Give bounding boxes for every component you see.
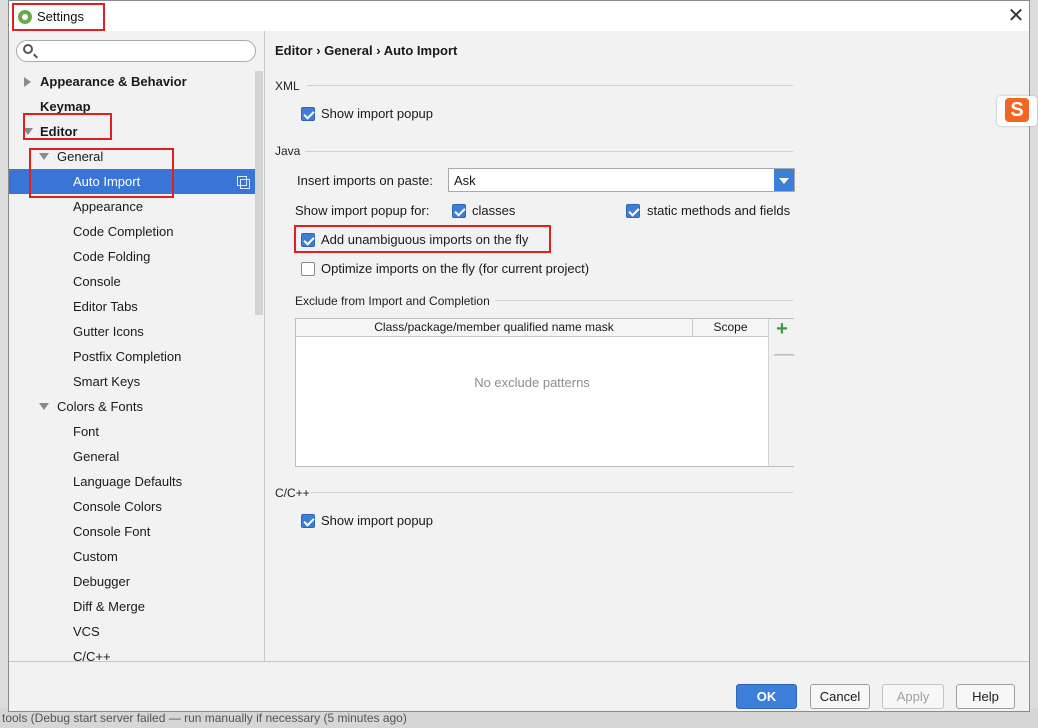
tree-item-label: Console [73,274,121,289]
tree-item-vcs[interactable]: VCS [9,619,263,644]
tree-item-label: General [73,449,120,464]
tree-item-label: VCS [73,624,100,639]
exclude-table[interactable]: Class/package/member qualified name mask… [295,318,794,467]
tree-item-label: Console Colors [73,499,162,514]
chevron-down-icon[interactable] [774,169,794,191]
tree-item-smart-keys[interactable]: Smart Keys [9,369,263,394]
tree-item-label: Appearance & Behavior [40,74,187,89]
static-methods-checkbox[interactable] [626,204,640,218]
tree-item-diff-merge[interactable]: Diff & Merge [9,594,263,619]
tree-item-label: Code Folding [73,249,151,264]
tree-item-label: Console Font [73,524,151,539]
tree-item-custom[interactable]: Custom [9,544,263,569]
tree-item-font[interactable]: Font [9,419,263,444]
insert-imports-select[interactable]: Ask [448,168,795,192]
breadcrumb: Editor › General › Auto Import [275,43,457,58]
tree-item-label: Gutter Icons [73,324,144,339]
xml-show-popup-checkbox[interactable] [301,107,315,121]
title-bar: Settings ✕ [9,1,1029,31]
search-input[interactable] [16,40,256,62]
tree-item-label: Language Defaults [73,474,183,489]
classes-label[interactable]: classes [472,203,515,218]
tree-item-label: Diff & Merge [73,599,146,614]
tree-item-cpp[interactable]: C/C++ [9,644,263,661]
cpp-section-title: C/C++ [275,486,310,500]
tree-item-colors-general[interactable]: General [9,444,263,469]
tree-item-colors-fonts[interactable]: Colors & Fonts [9,394,263,419]
help-button[interactable]: Help [956,684,1015,709]
insert-imports-label: Insert imports on paste: [297,173,433,188]
tree-item-label: Colors & Fonts [57,399,143,414]
tree-item-label: Font [73,424,100,439]
breadcrumb-separator: › [316,43,321,58]
exclude-separator [495,300,793,301]
tree-item-console-colors[interactable]: Console Colors [9,494,263,519]
tree-item-gutter-icons[interactable]: Gutter Icons [9,319,263,344]
remove-icon[interactable]: — [774,344,794,364]
java-section-title: Java [275,144,301,158]
sidebar-divider[interactable] [264,31,265,661]
footer-separator [9,661,1029,662]
ime-floating-icon[interactable]: S [997,96,1037,126]
tree-item-label: Code Completion [73,224,174,239]
background-status-text: tools (Debug start server failed — run m… [2,711,407,725]
tree-item-postfix-completion[interactable]: Postfix Completion [9,344,263,369]
exclude-section-title: Exclude from Import and Completion [295,294,490,308]
copy-settings-icon [237,176,250,189]
tree-item-label: Debugger [73,574,131,589]
tree-item-code-folding[interactable]: Code Folding [9,244,263,269]
tree-item-editor-tabs[interactable]: Editor Tabs [9,294,263,319]
show-popup-for-label: Show import popup for: [295,203,430,218]
tree-item-debugger[interactable]: Debugger [9,569,263,594]
static-methods-label[interactable]: static methods and fields [647,203,790,218]
breadcrumb-general: General [324,43,373,58]
column-header-scope[interactable]: Scope [693,319,768,337]
column-header-mask[interactable]: Class/package/member qualified name mask [296,319,693,337]
highlight-box-unambiguous [294,225,551,253]
collapse-arrow-icon [39,403,49,410]
add-icon[interactable]: + [774,319,790,339]
breadcrumb-auto-import: Auto Import [383,43,458,58]
sidebar-scrollbar[interactable] [255,71,263,315]
cpp-show-popup-checkbox[interactable] [301,514,315,528]
empty-table-text: No exclude patterns [474,375,590,390]
xml-section-title: XML [275,79,300,93]
tree-item-appearance-behavior[interactable]: Appearance & Behavior [9,69,263,94]
settings-dialog: Settings ✕ Appearance & Behavior Keymap … [8,0,1030,712]
highlight-box-title [12,3,105,31]
close-icon[interactable]: ✕ [1005,5,1027,27]
breadcrumb-editor: Editor [275,43,313,58]
optimize-imports-label[interactable]: Optimize imports on the fly (for current… [321,261,589,276]
apply-button[interactable]: Apply [882,684,944,709]
tree-item-console-font[interactable]: Console Font [9,519,263,544]
cancel-button[interactable]: Cancel [810,684,870,709]
insert-imports-value: Ask [454,173,476,188]
table-toolbar: + — [768,319,794,466]
tree-item-label: Editor Tabs [73,299,138,314]
highlight-box-general-auto-import [29,148,174,198]
xml-separator [307,85,793,86]
highlight-box-editor [23,113,112,140]
tree-item-label: Smart Keys [73,374,141,389]
optimize-imports-checkbox[interactable] [301,262,315,276]
classes-checkbox[interactable] [452,204,466,218]
tree-item-language-defaults[interactable]: Language Defaults [9,469,263,494]
tree-item-label: Custom [73,549,118,564]
tree-item-code-completion[interactable]: Code Completion [9,219,263,244]
expand-arrow-icon [24,77,31,87]
ime-logo-icon: S [1005,98,1029,122]
breadcrumb-separator: › [376,43,381,58]
tree-item-console[interactable]: Console [9,269,263,294]
tree-item-label: C/C++ [73,649,111,661]
tree-item-label: Postfix Completion [73,349,182,364]
cpp-show-popup-label[interactable]: Show import popup [321,513,433,528]
xml-show-popup-label[interactable]: Show import popup [321,106,433,121]
search-icon [23,44,33,54]
ok-button[interactable]: OK [736,684,797,709]
cpp-separator [311,492,793,493]
java-separator [305,151,793,152]
